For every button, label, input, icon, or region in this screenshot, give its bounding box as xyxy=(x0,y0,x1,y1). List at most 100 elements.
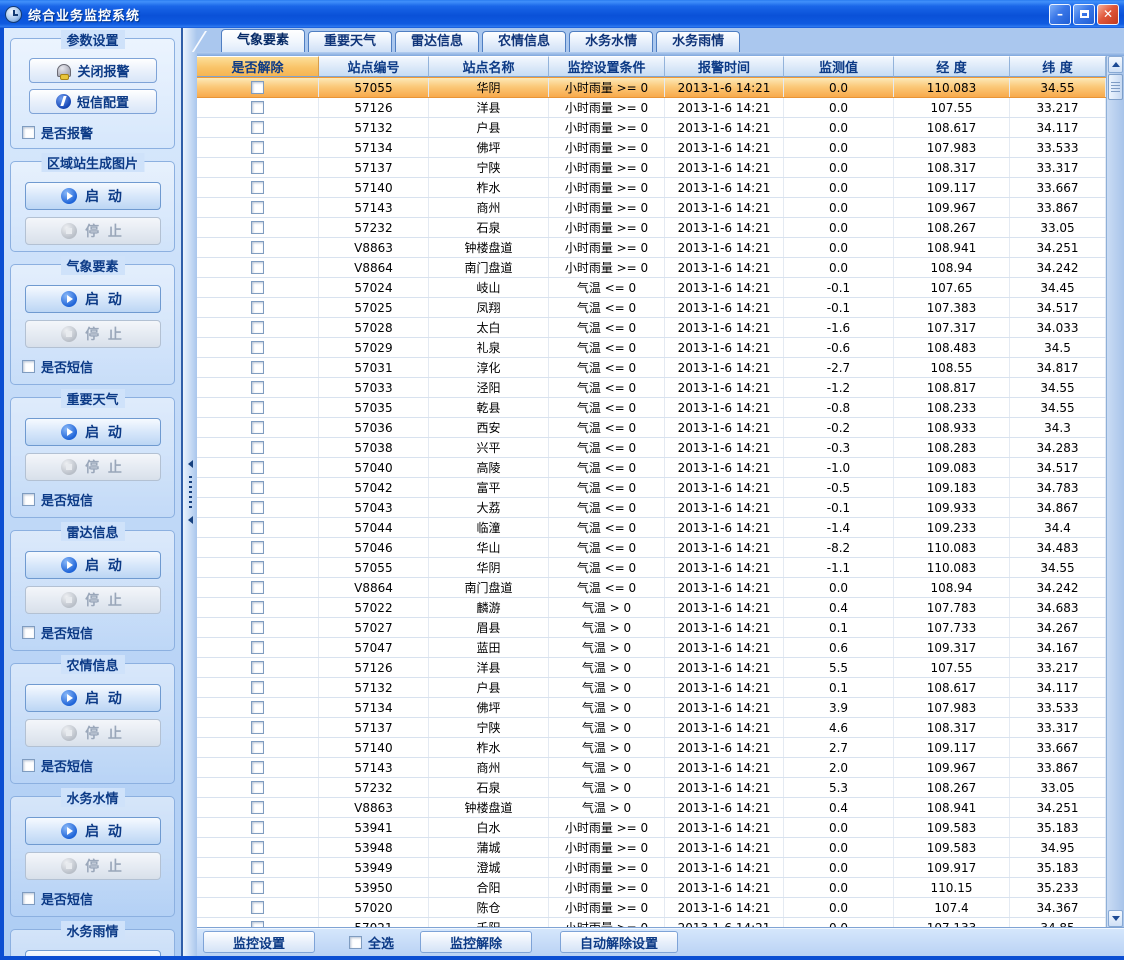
close-button[interactable]: ✕ xyxy=(1097,4,1119,25)
release-checkbox-cell[interactable] xyxy=(197,578,319,597)
release-checkbox[interactable] xyxy=(251,661,264,674)
release-checkbox-cell[interactable] xyxy=(197,118,319,137)
table-row[interactable]: 57033泾阳气温 <= 02013-1-6 14:21-1.2108.8173… xyxy=(197,378,1106,398)
table-row[interactable]: 57134佛坪气温 > 02013-1-6 14:213.9107.98333.… xyxy=(197,698,1106,718)
auto-release-button[interactable]: 自动解除设置 xyxy=(560,931,678,953)
column-header-是否解除[interactable]: 是否解除 xyxy=(197,56,319,77)
release-checkbox-cell[interactable] xyxy=(197,538,319,557)
sms-config-button[interactable]: 短信配置 xyxy=(29,89,157,114)
release-checkbox[interactable] xyxy=(251,141,264,154)
stop-button[interactable]: 停 止 xyxy=(25,453,161,481)
close-alarm-button[interactable]: 关闭报警 xyxy=(29,58,157,83)
release-checkbox-cell[interactable] xyxy=(197,518,319,537)
release-checkbox[interactable] xyxy=(251,101,264,114)
table-row[interactable]: V8863钟楼盘道小时雨量 >= 02013-1-6 14:210.0108.9… xyxy=(197,238,1106,258)
table-row[interactable]: V8863钟楼盘道气温 > 02013-1-6 14:210.4108.9413… xyxy=(197,798,1106,818)
release-checkbox-cell[interactable] xyxy=(197,798,319,817)
release-checkbox[interactable] xyxy=(251,641,264,654)
release-checkbox[interactable] xyxy=(251,561,264,574)
release-checkbox[interactable] xyxy=(251,441,264,454)
release-checkbox[interactable] xyxy=(251,621,264,634)
table-row[interactable]: V8864南门盘道气温 <= 02013-1-6 14:210.0108.943… xyxy=(197,578,1106,598)
release-checkbox-cell[interactable] xyxy=(197,418,319,437)
release-checkbox[interactable] xyxy=(251,301,264,314)
table-row[interactable]: 57134佛坪小时雨量 >= 02013-1-6 14:210.0107.983… xyxy=(197,138,1106,158)
release-checkbox[interactable] xyxy=(251,461,264,474)
release-checkbox-cell[interactable] xyxy=(197,858,319,877)
table-row[interactable]: 57025凤翔气温 <= 02013-1-6 14:21-0.1107.3833… xyxy=(197,298,1106,318)
tab-水务水情[interactable]: 水务水情 xyxy=(569,31,653,52)
release-checkbox-cell[interactable] xyxy=(197,718,319,737)
release-checkbox[interactable] xyxy=(251,121,264,134)
start-button[interactable]: 启 动 xyxy=(25,950,161,956)
tab-水务雨情[interactable]: 水务雨情 xyxy=(656,31,740,52)
release-checkbox-cell[interactable] xyxy=(197,98,319,117)
release-checkbox-cell[interactable] xyxy=(197,778,319,797)
stop-button[interactable]: 停 止 xyxy=(25,217,161,245)
start-button[interactable]: 启 动 xyxy=(25,551,161,579)
table-row[interactable]: 57038兴平气温 <= 02013-1-6 14:21-0.3108.2833… xyxy=(197,438,1106,458)
release-checkbox[interactable] xyxy=(251,701,264,714)
table-row[interactable]: 57143商州气温 > 02013-1-6 14:212.0109.96733.… xyxy=(197,758,1106,778)
monitor-release-button[interactable]: 监控解除 xyxy=(420,931,532,953)
table-row[interactable]: 57126洋县小时雨量 >= 02013-1-6 14:210.0107.553… xyxy=(197,98,1106,118)
column-header-监控设置条件[interactable]: 监控设置条件 xyxy=(549,56,665,77)
release-checkbox-cell[interactable] xyxy=(197,278,319,297)
release-checkbox-cell[interactable] xyxy=(197,898,319,917)
table-row[interactable]: 57027眉县气温 > 02013-1-6 14:210.1107.73334.… xyxy=(197,618,1106,638)
release-checkbox[interactable] xyxy=(251,541,264,554)
column-header-监测值[interactable]: 监测值 xyxy=(784,56,894,77)
release-checkbox-cell[interactable] xyxy=(197,338,319,357)
release-checkbox-cell[interactable] xyxy=(197,178,319,197)
release-checkbox[interactable] xyxy=(251,241,264,254)
release-checkbox-cell[interactable] xyxy=(197,218,319,237)
tab-雷达信息[interactable]: 雷达信息 xyxy=(395,31,479,52)
release-checkbox-cell[interactable] xyxy=(197,358,319,377)
sms-enable-checkbox[interactable] xyxy=(22,360,35,373)
alarm-enable-checkbox[interactable] xyxy=(22,126,35,139)
release-checkbox-cell[interactable] xyxy=(197,238,319,257)
table-row[interactable]: 57055华阴小时雨量 >= 02013-1-6 14:210.0110.083… xyxy=(197,77,1106,98)
release-checkbox[interactable] xyxy=(251,381,264,394)
release-checkbox-cell[interactable] xyxy=(197,78,319,97)
release-checkbox[interactable] xyxy=(251,261,264,274)
release-checkbox[interactable] xyxy=(251,221,264,234)
release-checkbox[interactable] xyxy=(251,681,264,694)
table-row[interactable]: 57047蓝田气温 > 02013-1-6 14:210.6109.31734.… xyxy=(197,638,1106,658)
scrollbar-thumb[interactable] xyxy=(1108,74,1123,100)
release-checkbox[interactable] xyxy=(251,361,264,374)
release-checkbox-cell[interactable] xyxy=(197,618,319,637)
stop-button[interactable]: 停 止 xyxy=(25,320,161,348)
release-checkbox[interactable] xyxy=(251,521,264,534)
release-checkbox[interactable] xyxy=(251,821,264,834)
select-all-checkbox[interactable] xyxy=(349,936,362,949)
table-row[interactable]: 57132户县小时雨量 >= 02013-1-6 14:210.0108.617… xyxy=(197,118,1106,138)
sidebar-splitter[interactable] xyxy=(183,28,197,956)
release-checkbox[interactable] xyxy=(251,201,264,214)
release-checkbox[interactable] xyxy=(251,281,264,294)
table-row[interactable]: 57043大荔气温 <= 02013-1-6 14:21-0.1109.9333… xyxy=(197,498,1106,518)
release-checkbox-cell[interactable] xyxy=(197,678,319,697)
table-row[interactable]: 57232石泉小时雨量 >= 02013-1-6 14:210.0108.267… xyxy=(197,218,1106,238)
release-checkbox-cell[interactable] xyxy=(197,598,319,617)
vertical-scrollbar[interactable] xyxy=(1106,56,1124,927)
release-checkbox-cell[interactable] xyxy=(197,838,319,857)
release-checkbox[interactable] xyxy=(251,841,264,854)
release-checkbox-cell[interactable] xyxy=(197,438,319,457)
release-checkbox[interactable] xyxy=(251,901,264,914)
collapse-left-icon[interactable] xyxy=(188,516,193,524)
table-row[interactable]: 57046华山气温 <= 02013-1-6 14:21-8.2110.0833… xyxy=(197,538,1106,558)
start-button[interactable]: 启 动 xyxy=(25,418,161,446)
table-row[interactable]: 57036西安气温 <= 02013-1-6 14:21-0.2108.9333… xyxy=(197,418,1106,438)
table-row[interactable]: 57126洋县气温 > 02013-1-6 14:215.5107.5533.2… xyxy=(197,658,1106,678)
column-header-经度[interactable]: 经 度 xyxy=(894,56,1010,77)
column-header-纬度[interactable]: 纬 度 xyxy=(1010,56,1106,77)
table-row[interactable]: 57132户县气温 > 02013-1-6 14:210.1108.61734.… xyxy=(197,678,1106,698)
release-checkbox-cell[interactable] xyxy=(197,918,319,927)
stop-button[interactable]: 停 止 xyxy=(25,719,161,747)
release-checkbox[interactable] xyxy=(251,401,264,414)
release-checkbox[interactable] xyxy=(251,481,264,494)
table-row[interactable]: 57022麟游气温 > 02013-1-6 14:210.4107.78334.… xyxy=(197,598,1106,618)
scroll-up-button[interactable] xyxy=(1108,56,1123,73)
release-checkbox-cell[interactable] xyxy=(197,698,319,717)
